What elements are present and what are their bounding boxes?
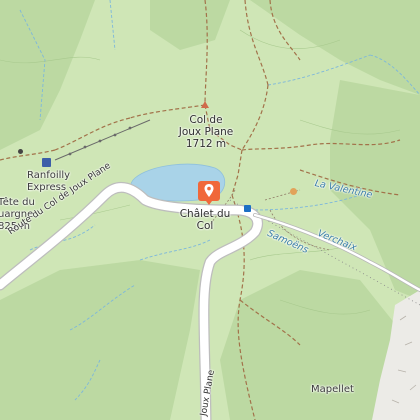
tete-line1: Tête du [0,197,35,208]
chalet-label: Châlet du Col [178,208,232,232]
cable-car-icon [18,149,23,154]
chalet-line2: Col [196,220,214,232]
col-elevation: 1712 m [185,138,227,150]
map-pin-icon [198,181,220,205]
viewpoint-icon [290,188,297,195]
bus-stop-icon[interactable] [42,158,51,167]
col-name-line2: Joux Plane [178,126,234,138]
mapellet-label: Mapellet [311,384,354,396]
col-name-label: Col de Joux Plane 1712 m [176,114,236,150]
selected-location-marker[interactable] [197,180,221,206]
map-view[interactable]: Col de Joux Plane 1712 m Châlet du Col R… [0,0,420,420]
mapellet-text: Mapellet [311,384,354,395]
ranfoilly-line1: Ranfoilly [27,170,71,181]
col-name-line1: Col de [189,114,223,126]
chalet-line1: Châlet du [179,208,231,220]
parking-icon[interactable] [244,205,251,212]
